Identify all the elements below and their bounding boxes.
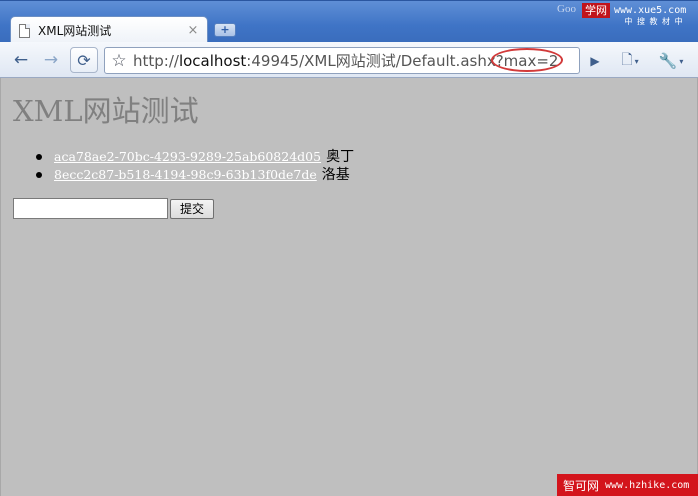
tab-title: XML网站测试	[38, 24, 112, 38]
wrench-menu-button[interactable]: 🔧 ▾	[654, 50, 688, 72]
item-name: 奥丁	[326, 149, 355, 165]
item-list: aca78ae2-70bc-4293-9289-25ab60824d05 奥丁 …	[34, 148, 354, 184]
page-menu-button[interactable]: 🗋 ▾	[614, 50, 646, 72]
page-title: XML网站测试	[13, 94, 199, 128]
watermark-name: 智可网	[563, 478, 600, 493]
forward-arrow-icon: →	[43, 50, 59, 70]
toolbar: ← → ⟳ ☆ http://localhost:49945/XML网站测试/D…	[0, 42, 698, 78]
page-icon	[19, 23, 30, 38]
back-button[interactable]: ←	[8, 47, 34, 73]
title-bar: Goo XML网站测试 × + 学网 www.xue5.com 中 搜 教 材 …	[0, 0, 698, 44]
forward-button[interactable]: →	[38, 47, 64, 73]
wrench-icon: 🔧	[658, 52, 678, 70]
submit-button[interactable]: 提交	[170, 198, 215, 219]
item-name: 洛基	[321, 167, 350, 183]
google-label: Goo	[557, 3, 576, 15]
reload-button[interactable]: ⟳	[70, 47, 98, 73]
list-item: 8ecc2c87-b518-4194-98c9-63b13f0de7de 洛基	[34, 166, 354, 184]
item-link[interactable]: 8ecc2c87-b518-4194-98c9-63b13f0de7de	[54, 166, 317, 183]
annotation-circle	[491, 48, 563, 72]
submit-form: 提交	[13, 198, 215, 219]
list-item: aca78ae2-70bc-4293-9289-25ab60824d05 奥丁	[34, 148, 354, 166]
text-input[interactable]	[13, 198, 168, 219]
watermark-badge-url: www.xue5.com	[614, 5, 687, 16]
watermark-badge-sub: 中 搜 教 材 中	[624, 17, 684, 26]
reload-icon: ⟳	[77, 50, 91, 70]
back-arrow-icon: ←	[13, 50, 29, 70]
url-host: localhost	[178, 52, 247, 70]
watermark-badge-name: 学网	[582, 3, 610, 18]
new-tab-button[interactable]: +	[214, 23, 236, 37]
go-button[interactable]: ▶	[584, 50, 606, 72]
watermark-bottom: 智可网 www.hzhike.com	[557, 474, 698, 496]
watermark-url: www.hzhike.com	[605, 479, 690, 491]
chevron-down-icon: ▾	[679, 56, 684, 66]
tab-xml-test[interactable]: XML网站测试 ×	[10, 16, 208, 44]
close-icon[interactable]: ×	[187, 24, 199, 37]
item-link[interactable]: aca78ae2-70bc-4293-9289-25ab60824d05	[54, 148, 321, 165]
bookmark-star-icon[interactable]: ☆	[105, 51, 133, 71]
page-content: XML网站测试 aca78ae2-70bc-4293-9289-25ab6082…	[0, 78, 698, 496]
page-icon: 🗋	[621, 52, 633, 68]
play-icon: ▶	[590, 54, 600, 68]
chevron-down-icon: ▾	[634, 56, 639, 66]
url-scheme: http://	[133, 52, 179, 70]
